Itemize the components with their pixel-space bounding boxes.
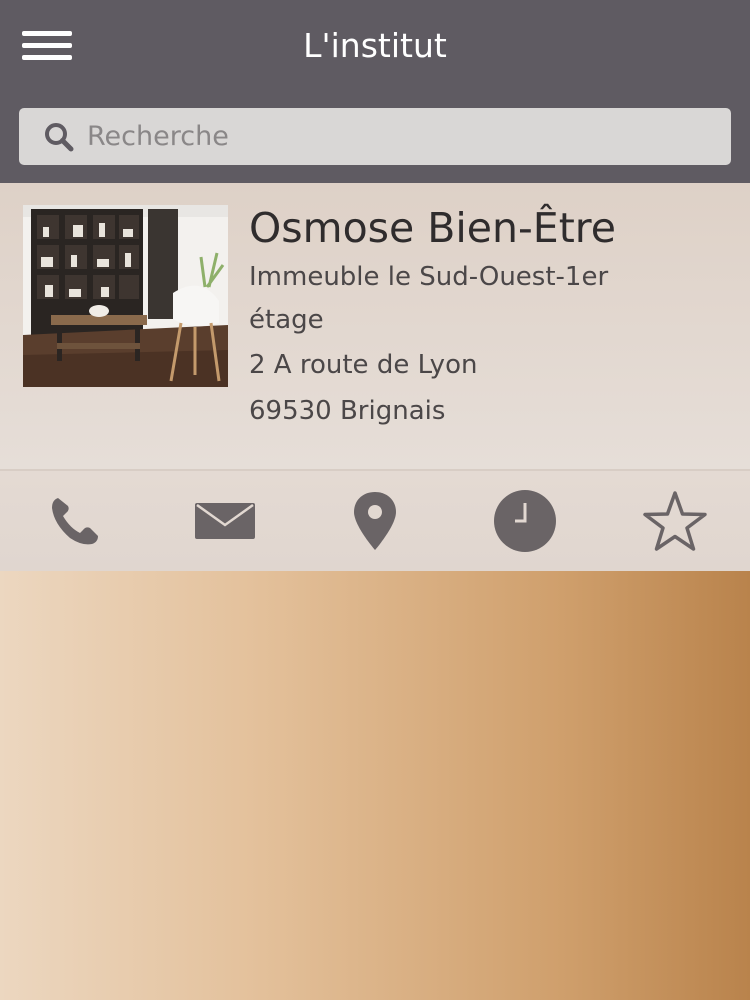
search-input[interactable] [87,114,687,159]
hours-button[interactable] [485,485,565,557]
address-line-4: 69530 Brignais [249,396,446,426]
menu-button[interactable] [14,20,80,70]
address-line-3: 2 A route de Lyon [249,350,478,380]
location-pin-icon [354,492,396,550]
content-background [0,571,750,1000]
mail-icon [195,503,255,539]
business-name: Osmose Bien-Être [249,204,616,252]
search-bar[interactable] [19,108,731,165]
favorite-button[interactable] [635,485,715,557]
action-bar [0,471,750,571]
interior-photo [23,205,228,387]
phone-icon [52,498,98,545]
clock-icon [494,490,556,552]
app-header: L'institut [0,0,750,183]
page-title: L'institut [303,26,447,65]
location-button[interactable] [335,485,415,557]
business-card[interactable]: Osmose Bien-Être Immeuble le Sud-Ouest-1… [0,183,750,470]
hamburger-menu-icon [22,30,72,36]
address-line-2: étage [249,305,324,335]
email-button[interactable] [185,485,265,557]
search-icon [45,122,74,151]
star-icon [643,491,707,551]
address-line-1: Immeuble le Sud-Ouest-1er [249,262,609,292]
call-button[interactable] [35,485,115,557]
